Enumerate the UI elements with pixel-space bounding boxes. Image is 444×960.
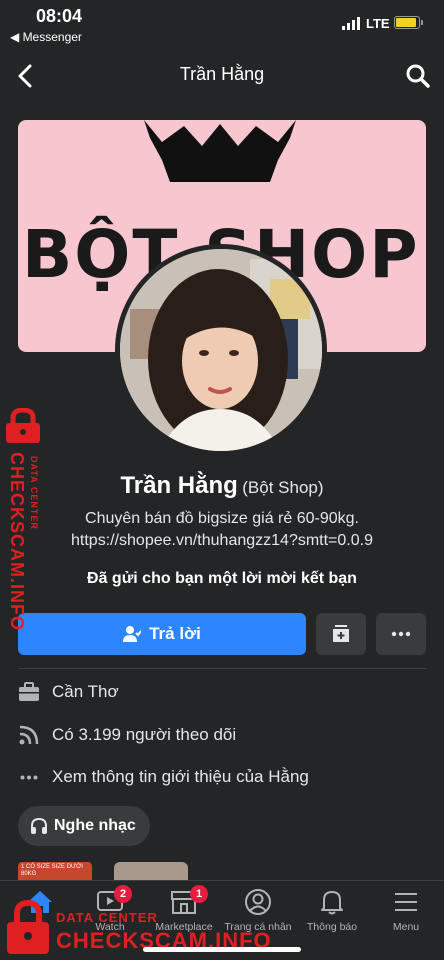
featured-thumbnail-2[interactable] [114, 862, 188, 882]
friend-request-text: Đã gửi cho bạn một lời mời kết bạn [87, 570, 357, 587]
watermark-bottom-label: DATA CENTER [56, 910, 158, 925]
headphones-icon [31, 817, 47, 834]
avatar-photo [120, 249, 322, 451]
menu-icon [366, 887, 444, 917]
page-title: Trần Hằng [179, 64, 265, 84]
status-time: 08:04 [36, 6, 83, 26]
padlock-logo-icon [7, 899, 49, 954]
profile-name: Trần Hằng [120, 472, 238, 499]
detail-location-text: Cần Thơ [52, 682, 119, 701]
divider [18, 668, 426, 669]
tab-menu[interactable]: Menu [366, 887, 444, 933]
featured-thumbnail-1[interactable]: 1 CÓ SIZE SIZE DƯỚI 80KG [18, 862, 92, 882]
network-label: LTE [366, 16, 390, 31]
detail-about-link[interactable]: Xem thông tin giới thiệu của Hằng [18, 762, 428, 792]
tab-menu-label: Menu [392, 921, 420, 933]
detail-followers-text: Có 3.199 người theo dõi [52, 725, 237, 744]
detail-about-text: Xem thông tin giới thiệu của Hằng [52, 767, 309, 786]
ellipsis-icon [18, 766, 40, 788]
status-bar: 08:04 ◀ Messenger LTE [0, 0, 444, 50]
more-options-button[interactable] [376, 613, 426, 655]
detail-followers[interactable]: Có 3.199 người theo dõi [18, 720, 428, 750]
profile-alt-name: (Bột Shop) [242, 478, 324, 497]
search-icon[interactable] [404, 62, 432, 90]
watermark-side: CHECKSCAM.INFO DATA CENTER [2, 407, 50, 631]
back-to-messenger-link[interactable]: ◀ Messenger [10, 30, 82, 44]
reply-button[interactable]: Trả lời [18, 613, 306, 655]
thumbnail-1-text: 1 CÓ SIZE SIZE DƯỚI 80KG [21, 864, 83, 877]
profile-name-line: Trần Hằng (Bột Shop) [0, 472, 444, 500]
padlock-logo-icon [6, 407, 40, 443]
watermark-side-label: DATA CENTER [29, 456, 39, 530]
user-check-icon [123, 626, 142, 642]
save-button[interactable] [316, 613, 366, 655]
nav-bar: Trần Hằng [0, 56, 444, 96]
reply-button-label: Trả lời [149, 624, 201, 643]
bio-link[interactable]: https://shopee.vn/thuhangzz14?smtt=0.0.9 [0, 530, 444, 552]
signal-icon [342, 17, 360, 30]
music-chip[interactable]: Nghe nhạc [18, 806, 150, 846]
tab-notifications[interactable]: Thông báo [292, 887, 372, 933]
detail-location: Cần Thơ [18, 677, 428, 707]
profile-avatar[interactable] [115, 244, 327, 456]
crown-logo-icon [144, 120, 296, 182]
home-indicator[interactable] [143, 947, 301, 952]
ellipsis-icon [391, 631, 411, 637]
bio-line-1: Chuyên bán đồ bigsize giá rẻ 60-90kg. [85, 510, 359, 527]
battery-icon [394, 16, 423, 29]
watermark-side-site: CHECKSCAM.INFO [7, 452, 27, 631]
rss-icon [18, 724, 40, 746]
music-chip-label: Nghe nhạc [54, 817, 136, 834]
briefcase-icon [18, 681, 40, 703]
bell-icon [292, 887, 372, 917]
profile-bio: Chuyên bán đồ bigsize giá rẻ 60-90kg. ht… [0, 508, 444, 552]
tab-notifications-label: Thông báo [306, 921, 358, 933]
bookmark-plus-icon [333, 625, 349, 642]
